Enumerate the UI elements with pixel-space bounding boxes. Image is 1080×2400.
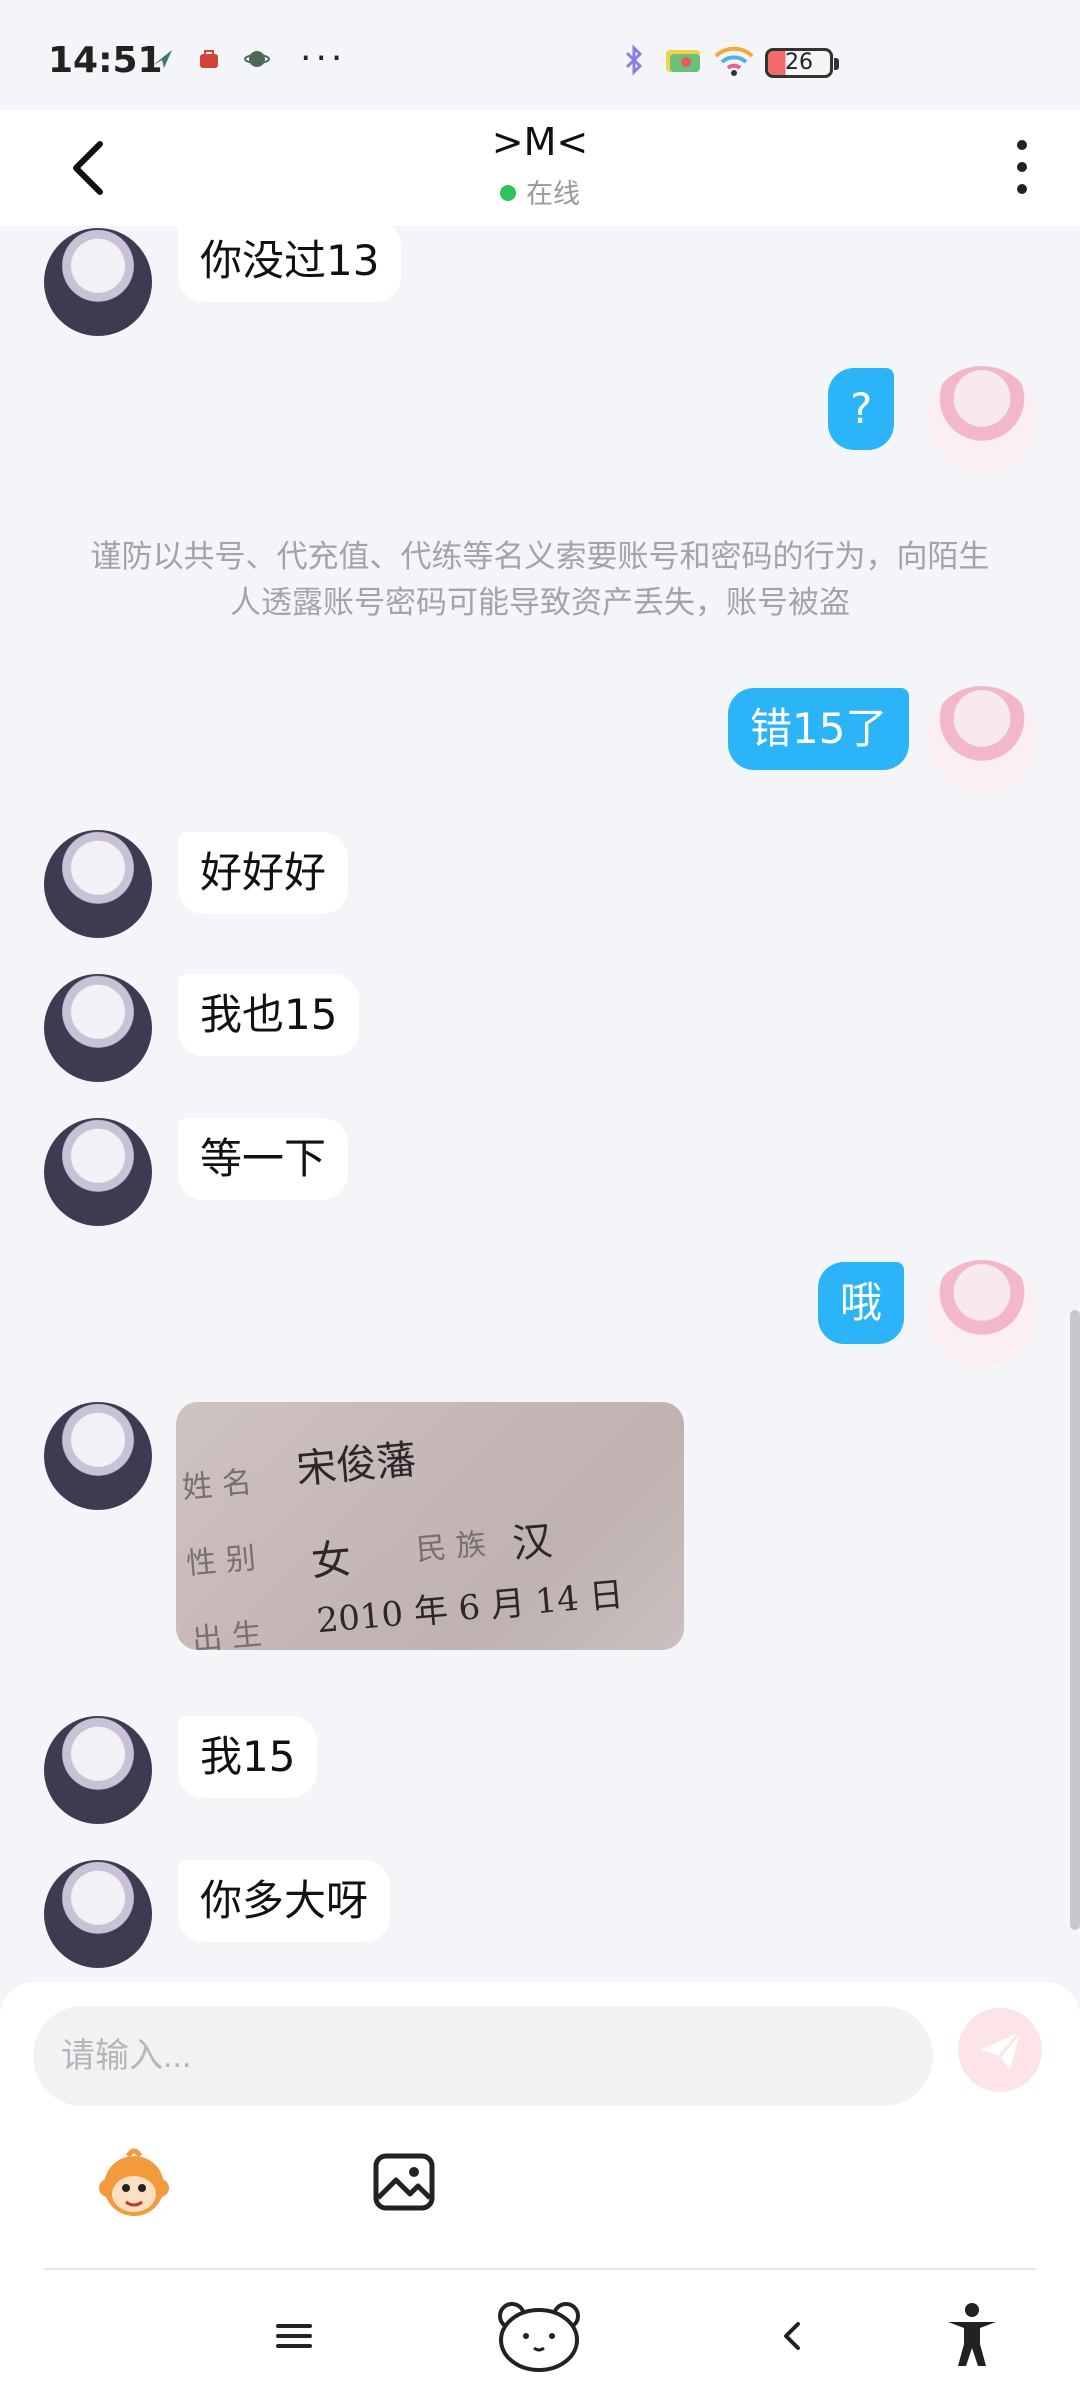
bluetooth-icon xyxy=(625,44,643,76)
photo-name: 宋俊藩 xyxy=(294,1436,419,1494)
menu-icon[interactable] xyxy=(254,2296,334,2376)
composer-divider xyxy=(44,2268,1036,2270)
accessibility-icon[interactable] xyxy=(932,2296,1012,2376)
home-bear-icon[interactable] xyxy=(494,2296,584,2376)
contact-avatar[interactable] xyxy=(44,1402,152,1510)
back-nav-icon[interactable] xyxy=(752,2296,832,2376)
message-bubble-incoming[interactable]: 你多大呀 xyxy=(178,1860,391,1942)
online-dot-icon xyxy=(500,185,516,201)
scrollbar[interactable] xyxy=(1070,1310,1080,1930)
photo-ethnic-label: 民 族 xyxy=(414,1527,488,1568)
wifi-icon xyxy=(714,46,754,76)
my-avatar[interactable] xyxy=(928,366,1036,474)
photo-sex: 女 xyxy=(309,1536,354,1586)
chat-header: >M< 在线 xyxy=(0,110,1080,226)
my-avatar[interactable] xyxy=(928,686,1036,794)
more-options-button[interactable] xyxy=(1010,134,1034,204)
cards-icon xyxy=(666,50,700,72)
send-button[interactable] xyxy=(958,2008,1042,2092)
more-notifications: ··· xyxy=(300,38,347,79)
message-bubble-incoming[interactable]: 我15 xyxy=(178,1716,318,1798)
message-bubble-incoming[interactable]: 等一下 xyxy=(178,1118,349,1200)
online-status: 在线 xyxy=(0,172,1080,211)
contact-avatar[interactable] xyxy=(44,830,152,938)
status-time: 14:51 xyxy=(48,40,163,81)
system-notice: 谨防以共号、代充值、代练等名义索要账号和密码的行为，向陌生人透露账号密码可能导致… xyxy=(90,539,990,621)
photo-sex-label: 性 别 xyxy=(184,1541,258,1582)
message-bubble-outgoing[interactable]: 错15了 xyxy=(728,688,910,770)
send-icon xyxy=(980,2031,1022,2070)
contact-avatar[interactable] xyxy=(44,228,152,336)
contact-avatar[interactable] xyxy=(44,1716,152,1824)
photo-birth-label: 出 生 xyxy=(190,1617,264,1650)
battery-icon: 26 xyxy=(765,48,839,78)
my-avatar[interactable] xyxy=(928,1260,1036,1368)
image-picker-icon[interactable] xyxy=(364,2142,444,2222)
image-message[interactable]: 姓 名 宋俊藩 性 别 女 民 族 汉 出 生 2010 年 6 月 14 日 xyxy=(176,1402,684,1650)
contact-name: >M< xyxy=(491,120,589,164)
photo-name-label: 姓 名 xyxy=(180,1465,254,1506)
message-bubble-outgoing[interactable]: ? xyxy=(828,368,895,450)
message-list[interactable]: 你没过13 ? 谨防以共号、代充值、代练等名义索要账号和密码的行为，向陌生人透露… xyxy=(0,226,1080,1982)
planet-icon xyxy=(244,51,270,67)
composer xyxy=(0,1982,1080,2272)
contact-avatar[interactable] xyxy=(44,1860,152,1968)
system-nav-bar xyxy=(0,2272,1080,2400)
photo-ethnic: 汉 xyxy=(510,1518,555,1568)
status-bar: 14:51 ··· 26 xyxy=(0,0,1080,110)
contact-avatar[interactable] xyxy=(44,1118,152,1226)
photo-birth: 2010 年 6 月 14 日 xyxy=(315,1574,625,1642)
message-input[interactable] xyxy=(33,2006,933,2106)
message-bubble-incoming[interactable]: 我也15 xyxy=(178,974,360,1056)
message-bubble-outgoing[interactable]: 哦 xyxy=(818,1262,905,1344)
bag-icon xyxy=(200,50,218,68)
monkey-emoji-icon[interactable] xyxy=(94,2142,174,2222)
online-status-label: 在线 xyxy=(526,179,580,210)
wing-icon xyxy=(152,50,172,68)
message-bubble-incoming[interactable]: 好好好 xyxy=(178,832,349,914)
contact-avatar[interactable] xyxy=(44,974,152,1082)
message-bubble-incoming[interactable]: 你没过13 xyxy=(178,226,402,302)
